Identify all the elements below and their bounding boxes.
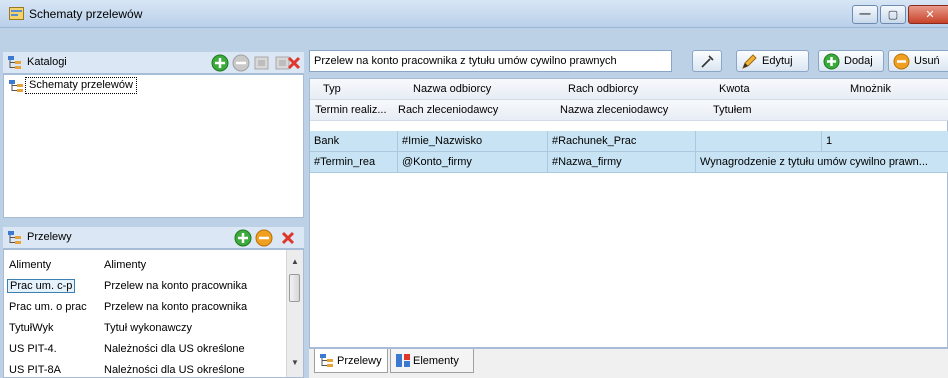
katalogi-header: Katalogi xyxy=(3,52,304,74)
przelewy-tab-icon xyxy=(320,354,333,367)
scroll-thumb[interactable] xyxy=(289,274,300,302)
katalogi-label: Katalogi xyxy=(27,56,67,68)
katalogi-tree: Schematy przelewów xyxy=(3,74,304,218)
col-header[interactable]: Nazwa zleceniodawcy xyxy=(560,104,668,116)
cell: Bank xyxy=(310,131,398,152)
add-button[interactable]: Dodaj xyxy=(818,50,884,72)
add-icon xyxy=(823,53,840,70)
cell: Wynagrodzenie z tytułu umów cywilno praw… xyxy=(700,156,928,168)
przelewy-header: Przelewy xyxy=(3,227,304,249)
table-row[interactable]: #Termin_rea @Konto_firmy #Nazwa_firmy Wy… xyxy=(310,152,948,173)
bottom-tabs: Przelewy Elementy xyxy=(309,348,948,378)
delete-catalog-icon[interactable] xyxy=(285,54,303,72)
elementy-tab-icon xyxy=(396,354,410,367)
maximize-icon: ▢ xyxy=(887,9,899,21)
app-icon xyxy=(9,7,24,20)
scroll-up-icon[interactable]: ▲ xyxy=(287,253,303,270)
col-header[interactable]: Kwota xyxy=(719,83,750,95)
minimize-button[interactable]: — xyxy=(852,5,878,24)
grid-header-row-2: Termin realiz... Rach zleceniodawcy Nazw… xyxy=(310,100,948,121)
window-title: Schematy przelewów xyxy=(29,7,143,21)
add-catalog-icon[interactable] xyxy=(211,54,229,72)
tab-elementy[interactable]: Elementy xyxy=(390,349,474,373)
tree-root-label: Schematy przelewów xyxy=(25,77,137,94)
list-item[interactable]: TytułWyk Tytuł wykonawczy xyxy=(4,319,272,339)
col-header[interactable]: Mnożnik xyxy=(850,83,891,95)
col-header[interactable]: Rach odbiorcy xyxy=(568,83,638,95)
scroll-down-icon[interactable]: ▼ xyxy=(287,354,303,371)
close-button[interactable]: ✕ xyxy=(908,5,948,24)
col-header[interactable]: Tytułem xyxy=(713,104,752,116)
item-name: Alimenty xyxy=(104,259,147,271)
item-name: Tytuł wykonawczy xyxy=(104,322,193,334)
item-name: Należności dla US określone xyxy=(104,343,245,355)
cell: 1 xyxy=(826,135,833,147)
title-bar: Schematy przelewów — ▢ ✕ xyxy=(0,0,948,28)
remove-przelew-icon[interactable] xyxy=(255,229,273,247)
przelewy-label: Przelewy xyxy=(27,231,72,243)
item-code: US PIT-8A xyxy=(9,364,61,376)
add-przelew-icon[interactable] xyxy=(234,229,252,247)
cell: #Imie_Nazwisko xyxy=(398,131,548,152)
description-field[interactable]: Przelew na konto pracownika z tytułu umó… xyxy=(309,50,672,72)
list-item-selected[interactable]: Prac um. c-p Przelew na konto pracownika xyxy=(4,277,272,297)
przelewy-list: Alimenty Alimenty Prac um. c-p Przelew n… xyxy=(3,249,304,378)
edit-label: Edytuj xyxy=(762,55,793,67)
delete-button[interactable]: Usuń xyxy=(888,50,948,72)
import-catalog-icon[interactable] xyxy=(253,54,271,72)
col-header[interactable]: Termin realiz... xyxy=(315,104,387,116)
remove-icon xyxy=(893,53,910,70)
list-item[interactable]: US PIT-8A Należności dla US określone xyxy=(4,361,272,377)
item-name: Należności dla US określone xyxy=(104,364,245,376)
grid-header-row-1: Typ Nazwa odbiorcy Rach odbiorcy Kwota M… xyxy=(310,79,948,100)
list-item[interactable]: US PIT-4. Należności dla US określone xyxy=(4,340,272,360)
przelewy-icon xyxy=(8,231,21,244)
col-header[interactable]: Typ xyxy=(323,83,341,95)
list-scrollbar[interactable]: ▲ ▼ xyxy=(286,250,303,377)
edit-button[interactable]: Edytuj xyxy=(736,50,809,72)
col-header[interactable]: Nazwa odbiorcy xyxy=(413,83,491,95)
cell: #Termin_rea xyxy=(310,152,398,173)
item-code: TytułWyk xyxy=(9,322,54,334)
wrench-icon xyxy=(701,55,714,68)
col-header[interactable]: Rach zleceniodawcy xyxy=(398,104,498,116)
schema-grid: Typ Nazwa odbiorcy Rach odbiorcy Kwota M… xyxy=(309,78,948,348)
tab-label: Elementy xyxy=(413,355,459,367)
item-name: Przelew na konto pracownika xyxy=(104,280,248,292)
list-item[interactable]: Alimenty Alimenty xyxy=(4,256,272,276)
schemat-folder-icon xyxy=(9,80,23,92)
cell: #Nazwa_firmy xyxy=(548,152,696,173)
item-code: Alimenty xyxy=(9,259,52,271)
tab-przelewy[interactable]: Przelewy xyxy=(314,349,388,373)
item-name: Przelew na konto pracownika xyxy=(104,301,248,313)
cell: @Konto_firmy xyxy=(398,152,548,173)
tab-label: Przelewy xyxy=(337,355,382,367)
close-icon: ✕ xyxy=(925,9,935,21)
cell: #Rachunek_Prac xyxy=(548,131,696,152)
item-code: Prac um. c-p xyxy=(7,279,76,293)
catalog-tree-icon xyxy=(8,56,21,69)
list-item[interactable]: Prac um. o prac Przelew na konto pracown… xyxy=(4,298,272,318)
table-row[interactable]: Bank #Imie_Nazwisko #Rachunek_Prac 1 xyxy=(310,131,948,152)
maximize-button[interactable]: ▢ xyxy=(880,5,906,24)
minimize-icon: — xyxy=(859,8,871,20)
tools-button[interactable] xyxy=(692,50,722,72)
remove-catalog-icon[interactable] xyxy=(232,54,250,72)
pencil-icon xyxy=(742,54,757,69)
item-code: Prac um. o prac xyxy=(9,301,87,313)
item-code: US PIT-4. xyxy=(9,343,57,355)
cell xyxy=(696,131,822,152)
delete-przelew-icon[interactable] xyxy=(279,229,297,247)
app-window: Schematy przelewów — ▢ ✕ Katalogi Schema… xyxy=(0,0,948,378)
add-label: Dodaj xyxy=(844,55,873,67)
delete-label: Usuń xyxy=(914,55,940,67)
